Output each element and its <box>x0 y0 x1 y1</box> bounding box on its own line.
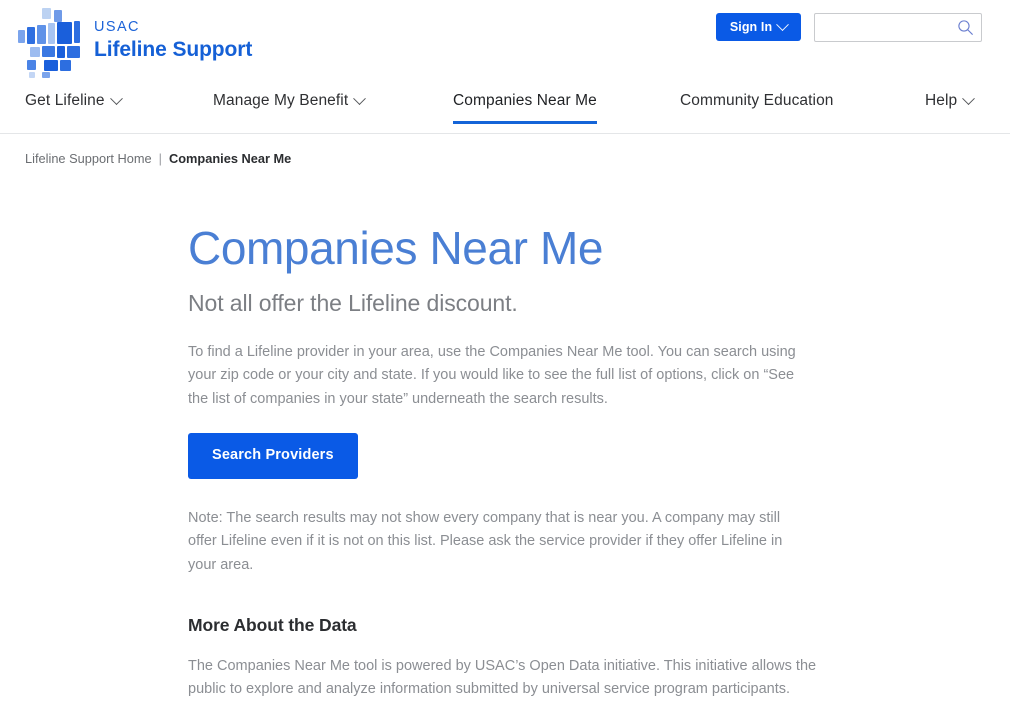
nav-label: Companies Near Me <box>453 92 597 109</box>
site-search[interactable] <box>814 13 982 42</box>
chevron-down-icon <box>109 91 123 105</box>
breadcrumb-current: Companies Near Me <box>168 151 292 166</box>
more-about-the-data-heading: More About the Data <box>188 614 357 635</box>
page-title: Companies Near Me <box>188 222 604 274</box>
nav-item-get-lifeline[interactable]: Get Lifeline <box>25 91 123 122</box>
breadcrumb: Lifeline Support Home | Companies Near M… <box>25 151 291 166</box>
nav-label: Manage My Benefit <box>213 92 349 109</box>
chevron-down-icon <box>776 17 790 31</box>
nav-item-companies-near-me[interactable]: Companies Near Me <box>453 92 597 124</box>
chevron-down-icon <box>353 91 367 105</box>
search-providers-button[interactable]: Search Providers <box>188 433 358 479</box>
nav-item-community-education[interactable]: Community Education <box>680 92 834 122</box>
main-content: Companies Near Me Not all offer the Life… <box>188 220 888 702</box>
nav-active-underline <box>453 121 597 124</box>
nav-label: Help <box>925 92 958 109</box>
primary-navigation: Get Lifeline Manage My Benefit Companies… <box>0 91 1024 134</box>
nav-item-help[interactable]: Help <box>925 91 976 122</box>
breadcrumb-separator: | <box>158 151 162 166</box>
search-input[interactable] <box>814 13 982 42</box>
sign-in-button[interactable]: Sign In <box>716 13 801 41</box>
nav-bottom-border <box>0 133 1010 134</box>
logo-product-name: Lifeline Support <box>94 37 253 61</box>
chevron-down-icon <box>962 91 976 105</box>
nav-item-manage-my-benefit[interactable]: Manage My Benefit <box>213 91 367 122</box>
usac-mosaic-logo-icon <box>18 8 84 78</box>
site-header: USAC Lifeline Support Sign In Get Lifeli… <box>0 0 1024 134</box>
page-subtitle: Not all offer the Lifeline discount. <box>188 290 518 316</box>
note-paragraph: Note: The search results may not show ev… <box>188 509 783 573</box>
nav-label: Community Education <box>680 92 834 109</box>
logo-wordmark: USAC Lifeline Support <box>94 20 252 66</box>
nav-label: Get Lifeline <box>25 92 105 109</box>
breadcrumb-home-link[interactable]: Lifeline Support Home <box>25 151 152 166</box>
intro-paragraph: To find a Lifeline provider in your area… <box>188 344 796 407</box>
more-about-the-data-paragraph: The Companies Near Me tool is powered by… <box>188 657 817 698</box>
logo-org-name: USAC <box>94 19 140 36</box>
sign-in-label: Sign In <box>729 20 773 34</box>
site-logo[interactable]: USAC Lifeline Support <box>18 8 252 78</box>
